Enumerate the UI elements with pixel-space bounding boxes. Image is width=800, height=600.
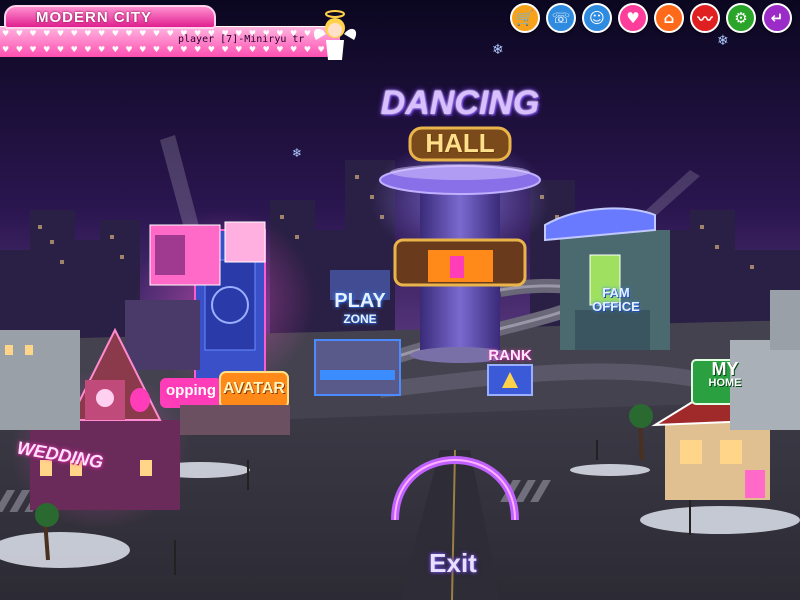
play-zone-sign-line1: PLAY	[334, 290, 386, 312]
house-icon[interactable]: ⌂	[654, 3, 684, 33]
my-home-sign[interactable]: MY HOME	[694, 359, 756, 390]
avatar-sign-label: AVATAR	[223, 380, 285, 397]
dancing-hall-sign-line1: DANCING	[380, 84, 540, 122]
shopping-sign-label: opping	[166, 382, 216, 399]
fam-office-sign-line1: FAM	[602, 285, 630, 300]
shopping-sign[interactable]: opping	[160, 382, 222, 399]
top-bar: ♥ ♥ ♥ ♥ ♥ ♥ ♥ ♥ ♥ ♥ ♥ ♥ ♥ ♥ ♥ ♥ ♥ ♥ ♥ ♥ …	[0, 0, 800, 60]
fam-office-sign-line2: OFFICE	[592, 299, 640, 314]
shopping-cart-icon[interactable]: 🛒	[510, 3, 540, 33]
message-ticker: ♥ ♥ ♥ ♥ ♥ ♥ ♥ ♥ ♥ ♥ ♥ ♥ ♥ ♥ ♥ ♥ ♥ ♥ ♥ ♥ …	[0, 26, 340, 57]
play-zone-sign-line2: ZONE	[343, 312, 377, 326]
heart-border-icon: ♥ ♥ ♥ ♥ ♥ ♥ ♥ ♥ ♥ ♥ ♥ ♥ ♥ ♥ ♥ ♥ ♥ ♥ ♥ ♥ …	[2, 45, 332, 54]
rank-building[interactable]	[487, 364, 533, 396]
snowflake-icon: ❄	[292, 146, 302, 160]
my-home-sign-line2: HOME	[708, 377, 742, 389]
dancing-hall-sign-line2: HALL	[425, 128, 495, 158]
rank-sign[interactable]: RANK	[480, 347, 540, 364]
exit-button[interactable]: Exit	[418, 548, 488, 582]
toolbar: 🛒 ☏ ☺ ♥ ⌂ 〰 ⚙ ↵	[508, 3, 798, 35]
heart-icon[interactable]: ♥	[618, 3, 648, 33]
ticker-message: player [7]-Miniryu tr	[178, 34, 305, 45]
my-home-sign-line1: MY	[711, 359, 739, 379]
city-name-tab: MODERN CITY	[4, 5, 216, 29]
fam-office-building[interactable]	[544, 207, 670, 350]
avatar-sign[interactable]: AVATAR	[220, 380, 288, 398]
city-name: MODERN CITY	[36, 9, 152, 26]
angel-mascot-icon	[313, 10, 357, 60]
dancing-hall-sign[interactable]: DANCING	[380, 86, 540, 120]
play-zone-sign[interactable]: PLAY ZONE	[325, 290, 395, 328]
dancing-hall-sign-hall[interactable]: HALL	[420, 128, 500, 159]
phone-icon[interactable]: ☏	[546, 3, 576, 33]
return-arrow-icon[interactable]: ↵	[762, 3, 792, 33]
rank-sign-label: RANK	[488, 347, 532, 364]
gear-icon[interactable]: ⚙	[726, 3, 756, 33]
people-icon[interactable]: ☺	[582, 3, 612, 33]
fam-office-sign[interactable]: FAM OFFICE	[586, 286, 646, 314]
wave-icon[interactable]: 〰	[690, 3, 720, 33]
